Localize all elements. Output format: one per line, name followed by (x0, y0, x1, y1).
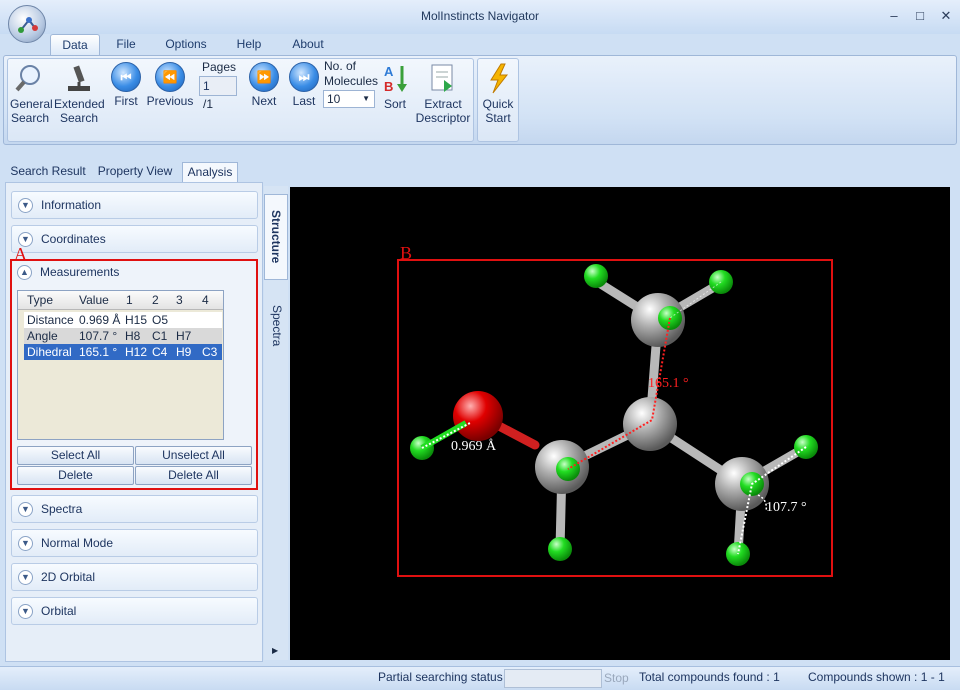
svg-text:A: A (384, 64, 394, 79)
maximize-button[interactable]: □ (910, 8, 930, 24)
page-total: /1 (203, 97, 214, 111)
carbon-atom[interactable] (623, 397, 677, 451)
molecules-label: No. of Molecules (324, 59, 379, 88)
chevron-right-icon[interactable]: ▶ (272, 646, 278, 655)
chevron-down-icon: ▼ (18, 570, 33, 585)
chevron-down-icon: ▼ (362, 94, 370, 103)
chevron-down-icon: ▼ (18, 198, 33, 213)
close-button[interactable]: ✕ (936, 8, 956, 24)
tab-analysis[interactable]: Analysis (182, 162, 238, 182)
hydrogen-atom[interactable] (548, 537, 572, 561)
accordion-coordinates[interactable]: ▼ Coordinates (11, 225, 258, 253)
extended-search-button[interactable]: Extended Search (54, 62, 105, 125)
quick-start-button[interactable]: Quick Start (479, 62, 517, 125)
tab-about[interactable]: About (284, 34, 332, 56)
annotation-label-b: B (400, 243, 412, 263)
chevron-down-icon: ▼ (18, 604, 33, 619)
accordion-2d-orbital[interactable]: ▼ 2D Orbital (11, 563, 258, 591)
previous-page-button[interactable]: ⏪ Previous (146, 62, 194, 108)
first-page-button[interactable]: ⏮ First (106, 62, 146, 108)
general-search-button[interactable]: General Search (10, 62, 53, 125)
svg-text:B: B (384, 79, 393, 94)
annotation-label-a: A (14, 244, 27, 264)
next-icon: ⏩ (249, 62, 279, 92)
chevron-down-icon: ▼ (18, 536, 33, 551)
page-number-input[interactable]: 1 (199, 76, 237, 96)
tab-help[interactable]: Help (228, 34, 270, 56)
tab-file[interactable]: File (106, 34, 146, 56)
stop-button[interactable]: Stop (604, 671, 629, 685)
last-icon: ⏭ (289, 62, 319, 92)
app-menu-button[interactable] (8, 5, 46, 43)
tab-structure[interactable]: Structure (264, 194, 288, 280)
next-page-button[interactable]: ⏩ Next (244, 62, 284, 108)
sort-button[interactable]: AB Sort (378, 62, 412, 111)
viewer-side-tabs: Structure Spectra ▶ (264, 186, 288, 660)
extract-document-icon (431, 64, 453, 92)
accordion-orbital[interactable]: ▼ Orbital (11, 597, 258, 625)
tab-property-view[interactable]: Property View (94, 162, 176, 182)
tab-data[interactable]: Data (50, 34, 100, 56)
window-title: MolInstincts Navigator (420, 9, 540, 23)
dihedral-label: 165.1 ° (648, 376, 689, 391)
minimize-button[interactable]: – (884, 8, 904, 24)
chevron-down-icon: ▼ (18, 502, 33, 517)
accordion-spectra[interactable]: ▼ Spectra (11, 495, 258, 523)
accordion-information[interactable]: ▼ Information (11, 191, 258, 219)
distance-label: 0.969 Å (451, 438, 497, 454)
hydrogen-atom[interactable] (584, 264, 608, 288)
oxygen-atom[interactable] (453, 391, 503, 441)
sort-az-icon: AB (384, 64, 407, 94)
pages-label: Pages (202, 60, 237, 74)
last-page-button[interactable]: ⏭ Last (284, 62, 324, 108)
molecule-structure: B 0.969 Å 165.1 ° 107.7 ° (397, 243, 833, 577)
search-progress-bar (504, 669, 602, 688)
magnifier-icon (15, 65, 40, 92)
microscope-icon (68, 65, 90, 91)
total-compounds: Total compounds found : 1 (639, 670, 780, 684)
tab-search-result[interactable]: Search Result (8, 162, 88, 182)
lightning-icon (490, 63, 509, 94)
previous-icon: ⏪ (155, 62, 185, 92)
first-icon: ⏮ (111, 62, 141, 92)
status-bar: Partial searching status : Stop Total co… (0, 666, 960, 690)
compounds-shown: Compounds shown : 1 - 1 (808, 670, 945, 684)
molecule-viewer[interactable]: B 0.969 Å 165.1 ° 107.7 ° (290, 187, 950, 660)
partial-status-label: Partial searching status : (378, 670, 510, 684)
accordion-normal-mode[interactable]: ▼ Normal Mode (11, 529, 258, 557)
tab-spectra[interactable]: Spectra (264, 286, 288, 366)
molecules-count-select[interactable]: 10 ▼ (323, 90, 375, 108)
tab-options[interactable]: Options (158, 34, 214, 56)
extract-descriptor-button[interactable]: Extract Descriptor (414, 62, 472, 125)
annotation-box-a (10, 259, 258, 490)
molecule-logo-icon (18, 17, 38, 33)
angle-label: 107.7 ° (766, 500, 807, 515)
